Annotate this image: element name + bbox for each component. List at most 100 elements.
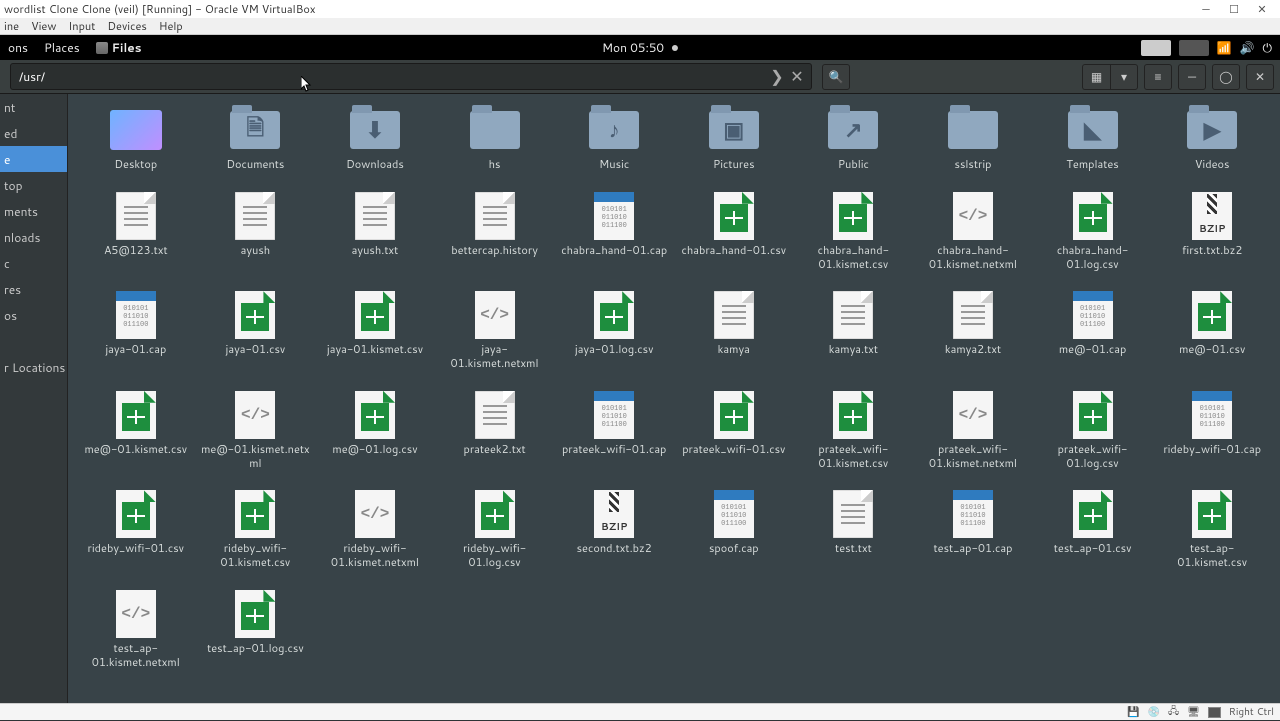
- code-icon: </>: [227, 391, 283, 439]
- file-item[interactable]: ▶Videos: [1152, 102, 1272, 176]
- file-item[interactable]: </>rideby_wifi-01.kismet.netxml: [315, 486, 435, 574]
- power-icon[interactable]: ⏻: [1263, 39, 1273, 56]
- topbar-activities[interactable]: ons: [8, 39, 28, 56]
- file-item[interactable]: kamya2.txt: [913, 287, 1033, 375]
- search-button[interactable]: 🔍: [822, 64, 850, 90]
- sidebar-item[interactable]: nt: [0, 94, 67, 120]
- file-item[interactable]: ▣Pictures: [674, 102, 794, 176]
- file-item[interactable]: 010101 011010 011100jaya-01.cap: [76, 287, 196, 375]
- file-item[interactable]: 010101 011010 011100me@-01.cap: [1033, 287, 1153, 375]
- keyboard-indicator[interactable]: [1141, 40, 1171, 56]
- file-item[interactable]: </>jaya-01.kismet.netxml: [435, 287, 555, 375]
- path-input[interactable]: [15, 68, 767, 85]
- sidebar-item[interactable]: res: [0, 276, 67, 302]
- sidebar-item[interactable]: e: [0, 146, 67, 172]
- file-item[interactable]: A5@123.txt: [76, 188, 196, 276]
- file-item[interactable]: 010101 011010 011100chabra_hand-01.cap: [554, 188, 674, 276]
- file-item[interactable]: </>me@-01.kismet.netxml: [196, 387, 316, 475]
- sidebar-item[interactable]: os: [0, 302, 67, 328]
- window-minimize-button[interactable]: —: [1178, 64, 1206, 90]
- file-item[interactable]: test.txt: [794, 486, 914, 574]
- file-item[interactable]: bettercap.history: [435, 188, 555, 276]
- window-close-button[interactable]: ✕: [1246, 64, 1274, 90]
- vb-menu-item[interactable]: Input: [68, 18, 95, 34]
- file-item[interactable]: jaya-01.kismet.csv: [315, 287, 435, 375]
- hamburger-menu-button[interactable]: ≡: [1144, 64, 1172, 90]
- minimize-button[interactable]: —: [1192, 1, 1220, 17]
- file-item[interactable]: 010101 011010 011100rideby_wifi-01.cap: [1152, 387, 1272, 475]
- file-item[interactable]: kamya: [674, 287, 794, 375]
- notification-dot-icon: [672, 45, 678, 51]
- file-item[interactable]: jaya-01.csv: [196, 287, 316, 375]
- sidebar-item[interactable]: ments: [0, 198, 67, 224]
- vb-menu-item[interactable]: View: [31, 18, 56, 34]
- file-item[interactable]: 010101 011010 011100test_ap-01.cap: [913, 486, 1033, 574]
- file-label: prateek_wifi-01.log.csv: [1038, 443, 1148, 471]
- vb-menu-item[interactable]: ine: [4, 18, 19, 34]
- file-item[interactable]: rideby_wifi-01.kismet.csv: [196, 486, 316, 574]
- file-item[interactable]: rideby_wifi-01.log.csv: [435, 486, 555, 574]
- file-label: jaya-01.kismet.netxml: [440, 343, 550, 371]
- file-item[interactable]: BZIPfirst.txt.bz2: [1152, 188, 1272, 276]
- file-item[interactable]: chabra_hand-01.csv: [674, 188, 794, 276]
- sidebar-item[interactable]: [0, 328, 67, 354]
- file-item[interactable]: test_ap-01.csv: [1033, 486, 1153, 574]
- topbar-clock[interactable]: Mon 05:50: [602, 39, 664, 56]
- sheet-icon: [1065, 192, 1121, 240]
- sidebar-item[interactable]: r Locations: [0, 354, 67, 380]
- file-item[interactable]: Desktop: [76, 102, 196, 176]
- file-item[interactable]: prateek_wifi-01.csv: [674, 387, 794, 475]
- file-item[interactable]: 010101 011010 011100prateek_wifi-01.cap: [554, 387, 674, 475]
- maximize-button[interactable]: ☐: [1220, 1, 1248, 17]
- file-item[interactable]: 010101 011010 011100spoof.cap: [674, 486, 794, 574]
- file-label: rideby_wifi-01.log.csv: [440, 542, 550, 570]
- network-icon[interactable]: 📶: [1217, 39, 1232, 56]
- sidebar-item[interactable]: nloads: [0, 224, 67, 250]
- sidebar-item[interactable]: top: [0, 172, 67, 198]
- file-item[interactable]: chabra_hand-01.kismet.csv: [794, 188, 914, 276]
- file-item[interactable]: ayush: [196, 188, 316, 276]
- file-item[interactable]: </>test_ap-01.kismet.netxml: [76, 586, 196, 674]
- file-item[interactable]: kamya.txt: [794, 287, 914, 375]
- file-item[interactable]: </>prateek_wifi-01.kismet.netxml: [913, 387, 1033, 475]
- sidebar-item[interactable]: c: [0, 250, 67, 276]
- file-item[interactable]: rideby_wifi-01.csv: [76, 486, 196, 574]
- volume-icon[interactable]: 🔊: [1240, 39, 1255, 56]
- file-item[interactable]: prateek2.txt: [435, 387, 555, 475]
- vb-menu-item[interactable]: Help: [159, 18, 183, 34]
- file-item[interactable]: </>chabra_hand-01.kismet.netxml: [913, 188, 1033, 276]
- file-item[interactable]: sslstrip: [913, 102, 1033, 176]
- file-view[interactable]: Desktop🗎Documents⬇Downloadshs♪Music▣Pict…: [68, 94, 1280, 703]
- sheet-icon: [1184, 291, 1240, 339]
- window-maximize-button[interactable]: ◯: [1212, 64, 1240, 90]
- file-item[interactable]: me@-01.csv: [1152, 287, 1272, 375]
- file-item[interactable]: ♪Music: [554, 102, 674, 176]
- vb-menu-item[interactable]: Devices: [107, 18, 146, 34]
- file-item[interactable]: BZIPsecond.txt.bz2: [554, 486, 674, 574]
- file-item[interactable]: 🗎Documents: [196, 102, 316, 176]
- close-button[interactable]: ✕: [1248, 1, 1276, 17]
- file-item[interactable]: me@-01.kismet.csv: [76, 387, 196, 475]
- file-item[interactable]: ⬇Downloads: [315, 102, 435, 176]
- file-item[interactable]: me@-01.log.csv: [315, 387, 435, 475]
- file-item[interactable]: prateek_wifi-01.kismet.csv: [794, 387, 914, 475]
- file-item[interactable]: jaya-01.log.csv: [554, 287, 674, 375]
- file-item[interactable]: ↗Public: [794, 102, 914, 176]
- file-item[interactable]: hs: [435, 102, 555, 176]
- file-item[interactable]: test_ap-01.kismet.csv: [1152, 486, 1272, 574]
- view-dropdown-button[interactable]: ▾: [1110, 64, 1138, 90]
- location-entry[interactable]: ❯ ✕: [10, 63, 812, 90]
- view-grid-button[interactable]: ▦: [1082, 64, 1110, 90]
- file-item[interactable]: prateek_wifi-01.log.csv: [1033, 387, 1153, 475]
- path-go-icon[interactable]: ❯: [767, 65, 787, 88]
- file-item[interactable]: ◣Templates: [1033, 102, 1153, 176]
- file-item[interactable]: chabra_hand-01.log.csv: [1033, 188, 1153, 276]
- recorder-indicator[interactable]: [1179, 40, 1209, 56]
- file-item[interactable]: ayush.txt: [315, 188, 435, 276]
- file-label: kamya2.txt: [945, 343, 1001, 357]
- sidebar-item[interactable]: ed: [0, 120, 67, 146]
- path-clear-icon[interactable]: ✕: [787, 65, 807, 88]
- topbar-places[interactable]: Places: [44, 39, 80, 56]
- file-item[interactable]: test_ap-01.log.csv: [196, 586, 316, 674]
- topbar-files[interactable]: Files: [96, 39, 142, 56]
